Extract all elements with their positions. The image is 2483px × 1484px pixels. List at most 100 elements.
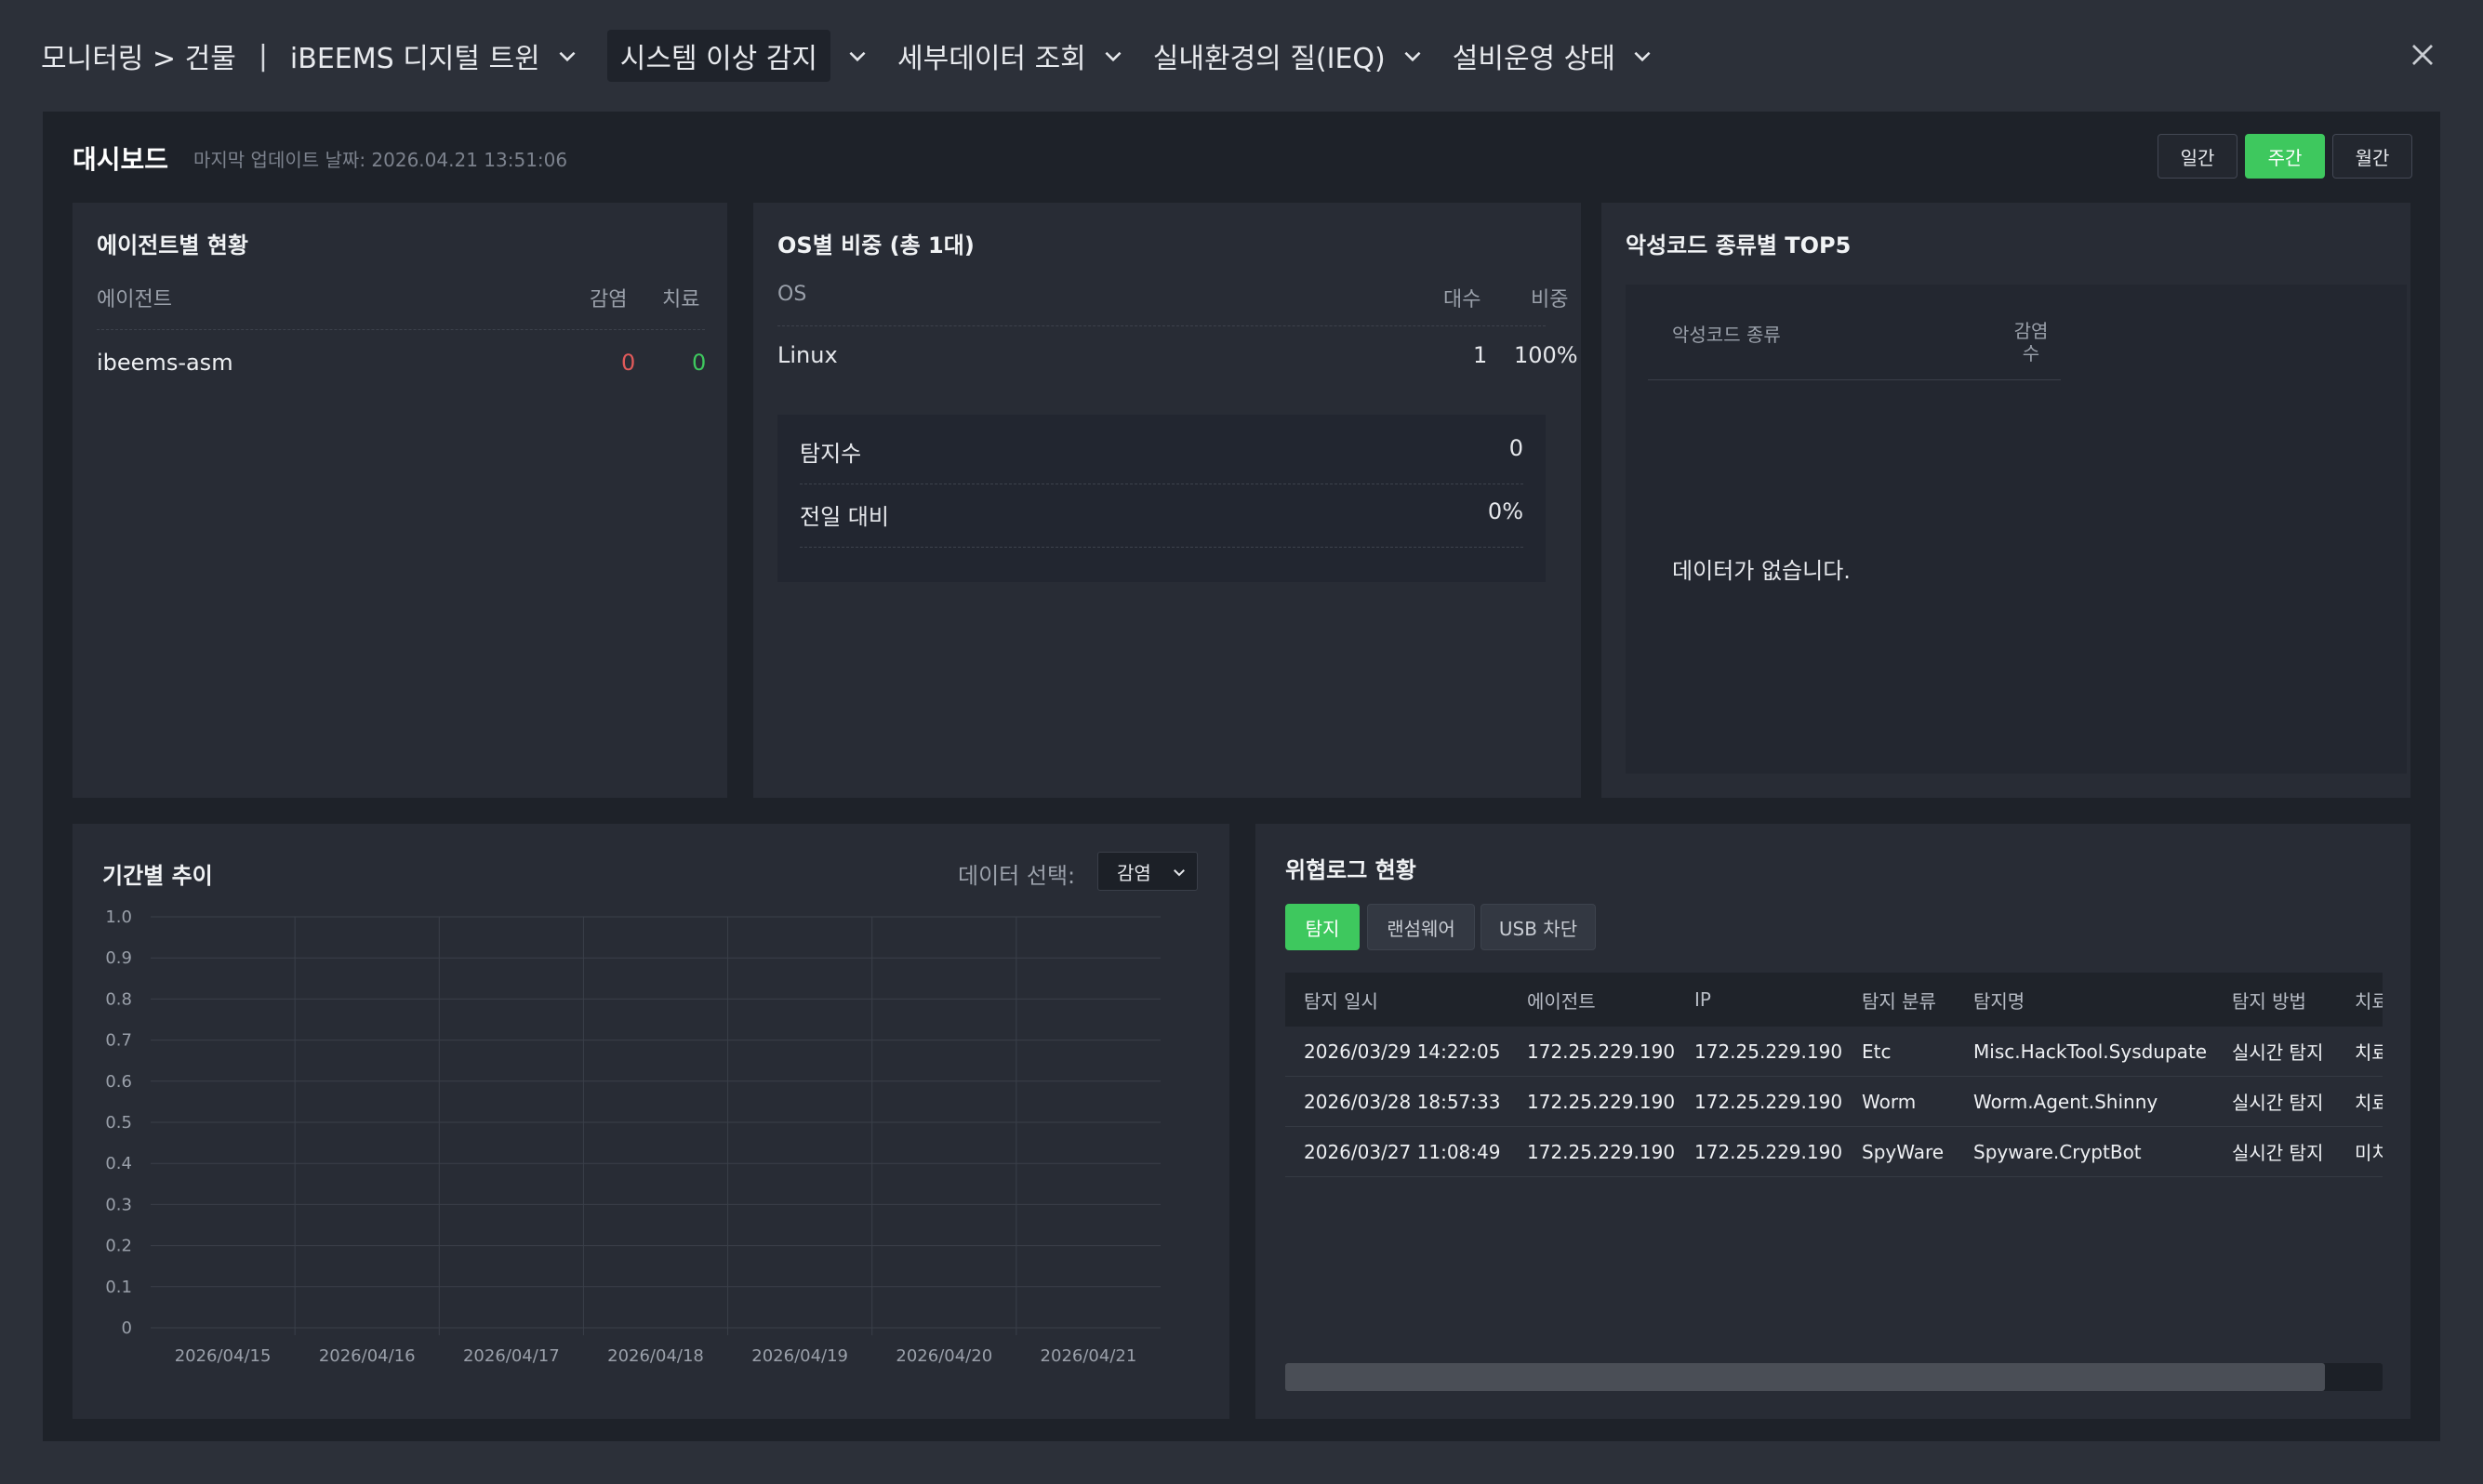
last-updated: 마지막 업데이트 날짜: 2026.04.21 13:51:06: [193, 149, 568, 171]
table-row[interactable]: 2026/03/27 11:08:49 172.25.229.190 172.25.…: [1285, 1127, 2383, 1177]
nav-digital-twin[interactable]: iBEEMS 디지털 트윈: [290, 35, 579, 76]
table-header: 탐지 일시 에이전트 IP 탐지 분류 탐지명 탐지 방법 치료: [1285, 973, 2383, 1027]
y-tick-label: 0.7: [105, 1031, 132, 1051]
col-agent: 에이전트: [97, 288, 172, 311]
period-weekly-button[interactable]: 주간: [2245, 134, 2325, 179]
row-detection-name: Spyware.CryptBot: [1973, 1140, 2142, 1163]
col-ip: IP: [1694, 988, 1711, 1011]
row-detected-at: 2026/03/27 11:08:49: [1304, 1140, 1501, 1163]
page-title: 대시보드: [73, 144, 169, 175]
divider: [777, 325, 1546, 326]
y-tick-label: 0.5: [105, 1113, 132, 1133]
divider: [1648, 379, 2061, 380]
nav-label: 세부데이터 조회: [897, 43, 1086, 75]
data-select-label: 데이터 선택:: [958, 863, 1076, 889]
chevron-down-icon: [1404, 51, 1421, 62]
period-daily-button[interactable]: 일간: [2158, 134, 2237, 179]
tab-detection[interactable]: 탐지: [1285, 904, 1360, 950]
breadcrumb: 모니터링 > 건물 |: [41, 35, 290, 76]
divider: [800, 547, 1523, 548]
col-treatment: 치료: [2355, 989, 2383, 1013]
y-tick-label: 0.4: [105, 1154, 132, 1173]
detection-stats: 탐지수 0 전일 대비 0%: [777, 415, 1546, 582]
horizontal-scrollbar[interactable]: [1285, 1363, 2383, 1391]
os-name: Linux: [777, 342, 838, 368]
row-detection-name: Misc.HackTool.Sysdupate: [1973, 1040, 2208, 1063]
os-ratio: 100%: [1514, 342, 1578, 368]
empty-state: 데이터가 없습니다.: [1672, 558, 1851, 584]
chevron-down-icon: [559, 51, 576, 62]
card-title: 위협로그 현황: [1285, 857, 1416, 883]
tab-usb-block[interactable]: USB 차단: [1481, 904, 1596, 950]
stat-label: 전일 대비: [800, 504, 889, 530]
nav-detail-data[interactable]: 세부데이터 조회: [897, 35, 1125, 76]
col-cured: 치료: [662, 288, 700, 311]
y-tick-label: 0: [122, 1318, 132, 1338]
row-method: 실시간 탐지: [2232, 1041, 2324, 1064]
x-tick-label: 2026/04/15: [175, 1346, 272, 1366]
malware-top5-card: 악성코드 종류별 TOP5 악성코드 종류 감염 수 데이터가 없습니다.: [1601, 203, 2410, 798]
nav-label: 설비운영 상태: [1452, 43, 1615, 75]
col-detected-at: 탐지 일시: [1304, 989, 1378, 1013]
row-detection-name: Worm.Agent.Shinny: [1973, 1090, 2158, 1113]
stat-value: 0: [1508, 435, 1523, 461]
y-tick-label: 0.6: [105, 1072, 132, 1092]
col-malware-type: 악성코드 종류: [1672, 324, 1781, 346]
col-ratio: 비중: [1531, 288, 1569, 311]
threat-log-table: 탐지 일시 에이전트 IP 탐지 분류 탐지명 탐지 방법 치료 2026/03…: [1285, 973, 2383, 1177]
col-os: OS: [777, 283, 807, 306]
x-tick-label: 2026/04/16: [319, 1346, 416, 1366]
os-share-card: OS별 비중 (총 1대) OS 대수 비중 Linux 1 100% 탐지수 …: [753, 203, 1581, 798]
top-nav: 모니터링 > 건물 | iBEEMS 디지털 트윈 시스템 이상 감지 세부데이…: [0, 0, 2483, 112]
row-ip: 172.25.229.190: [1694, 1040, 1843, 1063]
tab-ransomware[interactable]: 랜섬웨어: [1367, 904, 1475, 950]
row-method: 실시간 탐지: [2232, 1092, 2324, 1114]
row-detected-at: 2026/03/29 14:22:05: [1304, 1040, 1501, 1063]
agent-status-card: 에이전트별 현황 에이전트 감염 치료 ibeems-asm 0 0: [73, 203, 727, 798]
data-select-value: 감염: [1117, 861, 1151, 884]
table-row[interactable]: 2026/03/28 18:57:33 172.25.229.190 172.25.…: [1285, 1077, 2383, 1127]
y-tick-label: 0.8: [105, 989, 132, 1009]
col-method: 탐지 방법: [2232, 989, 2306, 1013]
card-title: 기간별 추이: [102, 863, 213, 889]
col-category: 탐지 분류: [1862, 989, 1936, 1013]
x-tick-label: 2026/04/19: [751, 1346, 848, 1366]
threat-log-card: 위협로그 현황 탐지 랜섬웨어 USB 차단 탐지 일시 에이전트 IP 탐지 …: [1255, 824, 2410, 1419]
divider: [97, 329, 705, 330]
x-tick-label: 2026/04/17: [463, 1346, 560, 1366]
row-agent: 172.25.229.190: [1527, 1090, 1676, 1113]
y-tick-label: 0.3: [105, 1195, 132, 1214]
nav-anomaly-detection[interactable]: 시스템 이상 감지: [606, 30, 870, 82]
agent-cured-count: 0: [692, 350, 707, 376]
row-ip: 172.25.229.190: [1694, 1140, 1843, 1163]
breadcrumb-label[interactable]: 모니터링 > 건물: [41, 35, 236, 76]
row-treatment: 치료: [2355, 1092, 2383, 1114]
table-row[interactable]: 2026/03/29 14:22:05 172.25.229.190 172.25.…: [1285, 1027, 2383, 1077]
row-detected-at: 2026/03/28 18:57:33: [1304, 1090, 1501, 1113]
row-treatment: 미치: [2355, 1142, 2383, 1164]
trend-chart: 1.0 0.9 0.8 0.7 0.6 0.5 0.4 0.3 0.2 0.1 0 2026/04/1…: [105, 908, 1161, 1366]
os-count: 1: [1473, 342, 1488, 368]
row-agent: 172.25.229.190: [1527, 1040, 1676, 1063]
row-method: 실시간 탐지: [2232, 1142, 2324, 1164]
y-tick-label: 0.1: [105, 1278, 132, 1297]
nav-equipment-status[interactable]: 설비운영 상태: [1453, 35, 1654, 76]
nav-ieq[interactable]: 실내환경의 질(IEQ): [1153, 35, 1425, 76]
close-icon[interactable]: [2409, 41, 2437, 69]
x-tick-label: 2026/04/18: [607, 1346, 704, 1366]
x-tick-label: 2026/04/20: [896, 1346, 992, 1366]
stat-value: 0%: [1487, 498, 1523, 524]
row-category: SpyWare: [1862, 1140, 1945, 1163]
card-title: 에이전트별 현황: [97, 232, 248, 258]
data-select[interactable]: 감염: [1097, 852, 1198, 891]
trend-card: 기간별 추이 데이터 선택: 감염 1.0 0.9 0.8 0.7 0.6 0.5 0.4 0…: [73, 824, 1229, 1419]
scrollbar-thumb[interactable]: [1285, 1363, 2325, 1391]
col-count: 대수: [1443, 288, 1481, 311]
period-monthly-button[interactable]: 월간: [2332, 134, 2412, 179]
stat-label: 탐지수: [800, 441, 862, 467]
y-tick-label: 1.0: [105, 908, 132, 927]
chevron-down-icon: [1105, 51, 1122, 62]
nav-label: 실내환경의 질(IEQ): [1152, 43, 1386, 75]
breadcrumb-separator: |: [258, 39, 268, 73]
agent-name: ibeems-asm: [97, 350, 233, 376]
